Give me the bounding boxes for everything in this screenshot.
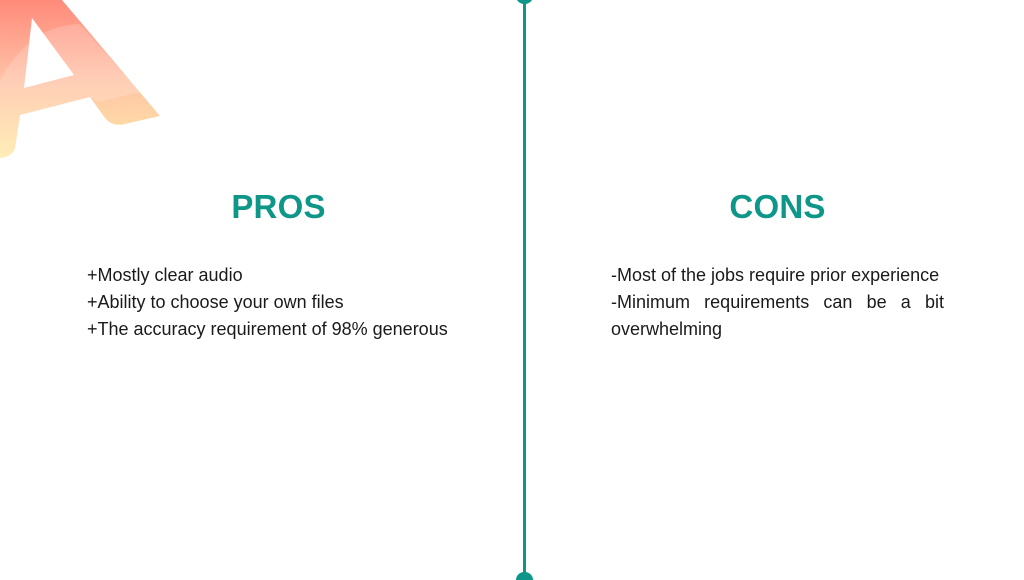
center-divider [523, 0, 526, 576]
divider-bottom-cap [516, 572, 533, 580]
cons-heading: CONS [729, 188, 826, 225]
cons-item: -Minimum requirements can be a bit overw… [611, 292, 944, 339]
pros-column: PROS +Mostly clear audio +Ability to cho… [87, 186, 470, 343]
divider-top-cap [516, 0, 533, 4]
letter-a-logo-icon [0, 0, 160, 158]
pros-item: +Ability to choose your own files [87, 292, 344, 312]
cons-item: -Most of the jobs require prior experien… [611, 265, 940, 285]
pros-list: +Mostly clear audio +Ability to choose y… [87, 262, 470, 343]
cons-list: -Most of the jobs require prior experien… [611, 262, 944, 343]
pros-item: +The accuracy requirement of 98% generou… [87, 319, 448, 339]
cons-column: CONS -Most of the jobs require prior exp… [611, 186, 944, 343]
pros-item: +Mostly clear audio [87, 265, 243, 285]
pros-heading: PROS [231, 188, 326, 225]
